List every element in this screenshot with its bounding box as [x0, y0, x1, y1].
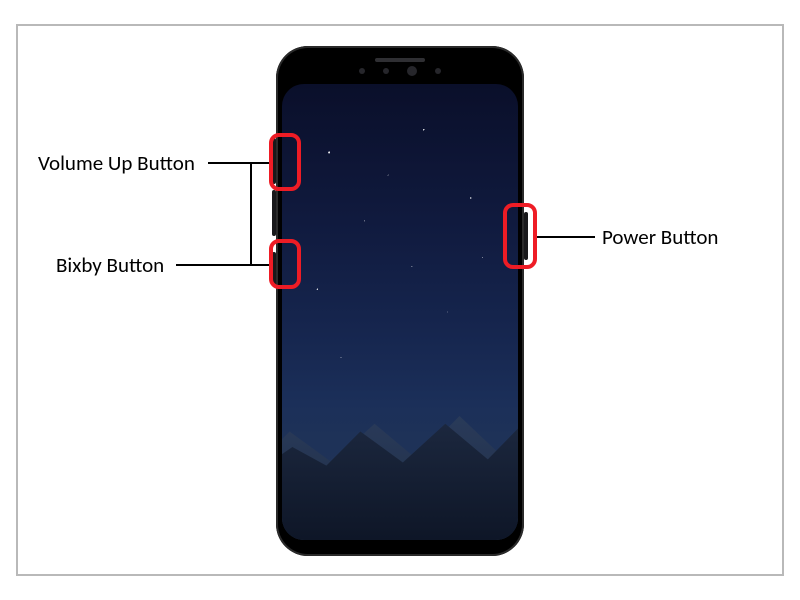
leader-line	[250, 162, 252, 208]
phone-screen	[282, 84, 518, 540]
front-camera-icon	[407, 66, 417, 76]
callout-volume-up	[269, 133, 301, 191]
callout-power	[503, 203, 537, 269]
label-power: Power Button	[602, 224, 718, 250]
volume-down-button	[272, 190, 276, 236]
leader-line	[537, 236, 595, 238]
leader-line	[250, 208, 252, 264]
diagram-frame: Volume Up Button Bixby Button Power Butt…	[16, 24, 784, 576]
label-bixby: Bixby Button	[56, 252, 164, 278]
wallpaper-mountains	[282, 385, 518, 540]
sensor-row	[276, 68, 524, 76]
leader-line	[250, 162, 269, 164]
sensor-dot	[435, 68, 441, 74]
leader-line	[176, 264, 250, 266]
phone-body	[276, 46, 524, 556]
sensor-dot	[383, 68, 389, 74]
sensor-dot	[359, 68, 365, 74]
leader-line	[250, 264, 269, 266]
callout-bixby	[269, 239, 301, 289]
label-volume-up: Volume Up Button	[38, 150, 195, 176]
leader-line	[208, 162, 250, 164]
